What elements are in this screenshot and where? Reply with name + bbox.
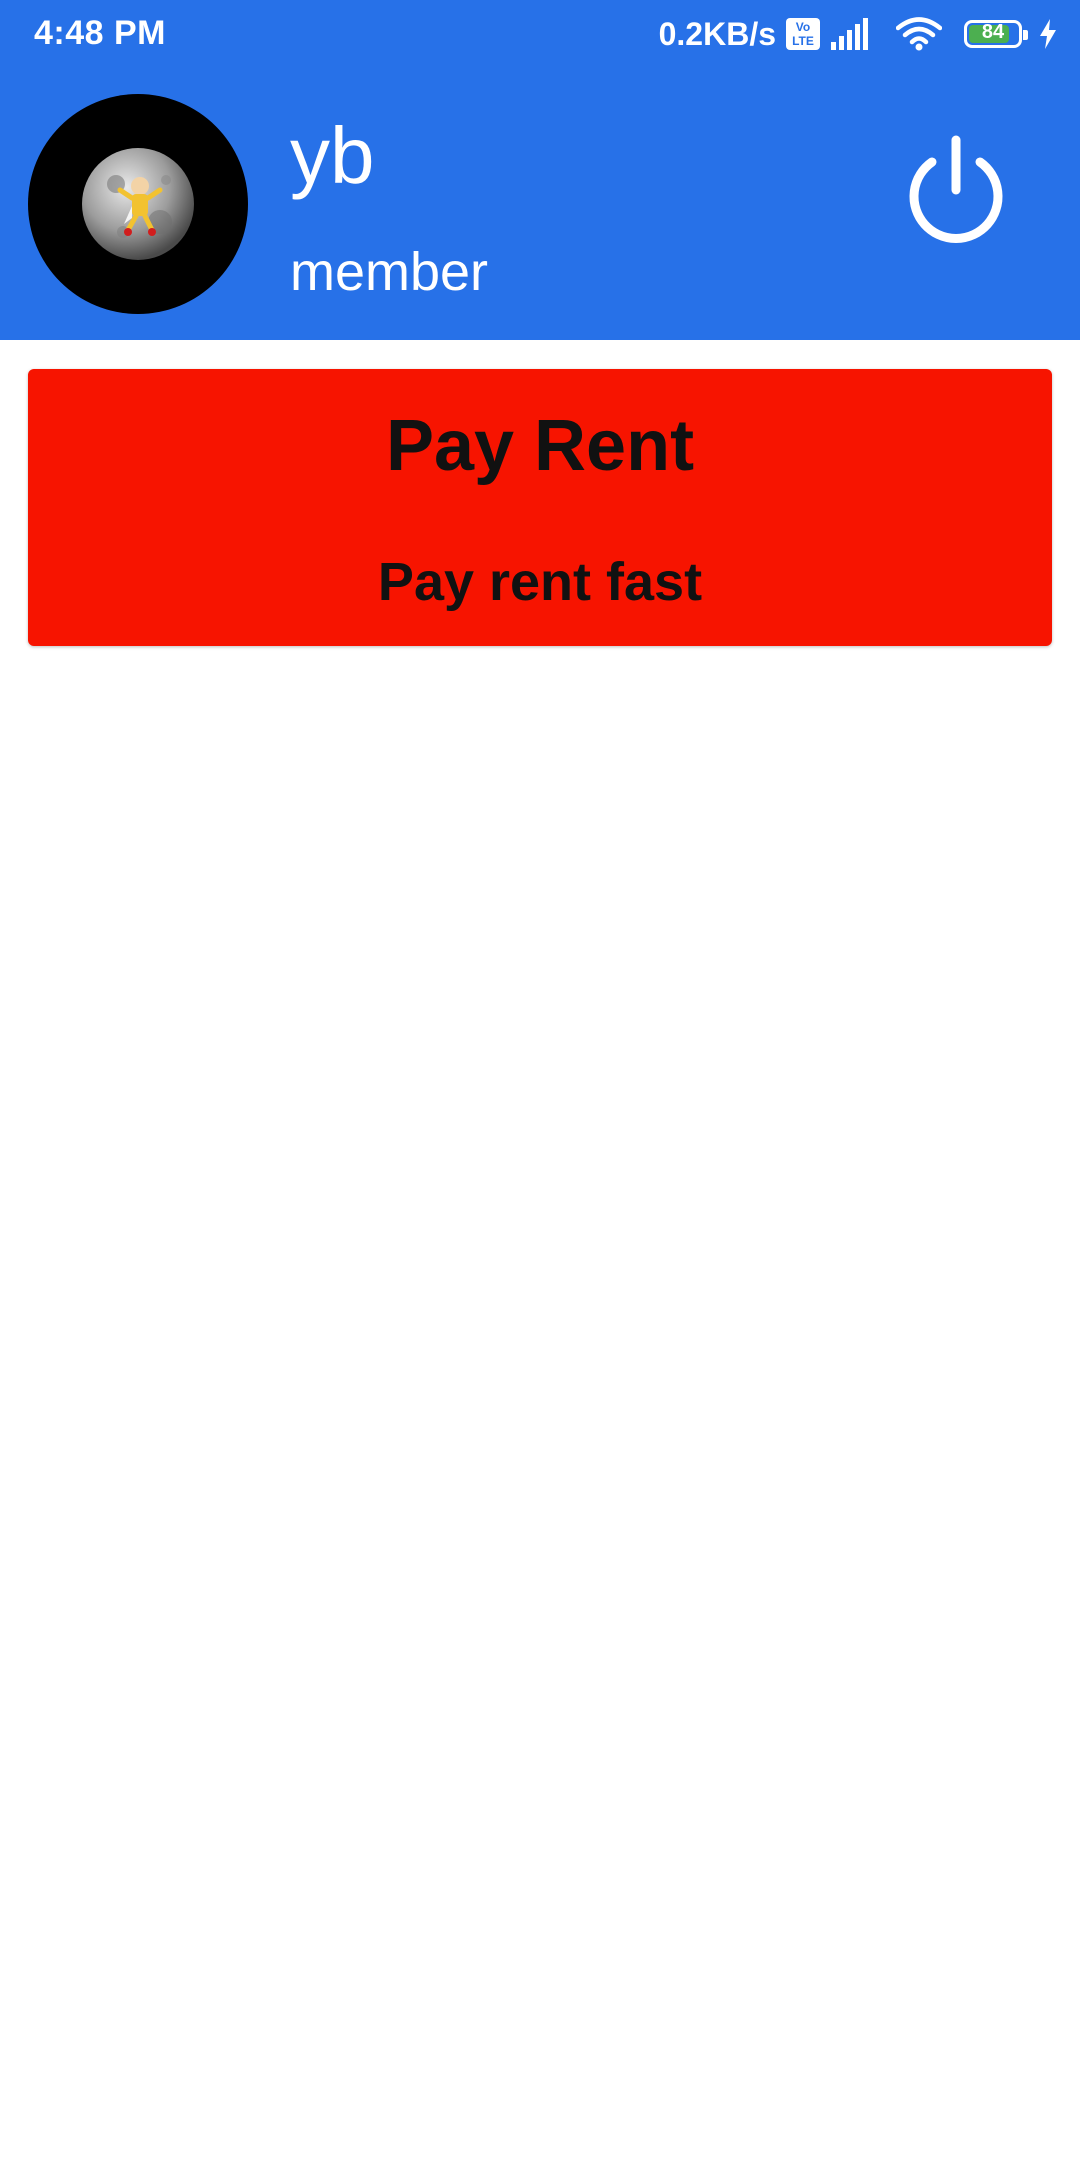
signal-icon xyxy=(830,18,872,50)
battery-cap xyxy=(1023,30,1028,40)
profile-header: 4:48 PM 0.2KB/s Vo LTE 84 yb member xyxy=(0,0,1080,340)
avatar-image xyxy=(82,148,194,260)
status-icons: 0.2KB/s Vo LTE 84 xyxy=(659,12,1058,56)
power-icon xyxy=(909,135,1003,243)
volte-top-label: Vo xyxy=(795,20,811,34)
battery-level: 84 xyxy=(981,21,1005,43)
app-root: 4:48 PM 0.2KB/s Vo LTE 84 yb member Pay … xyxy=(0,0,1080,2160)
status-time: 4:48 PM xyxy=(34,14,166,52)
status-bar: 4:48 PM 0.2KB/s Vo LTE 84 xyxy=(0,0,1080,68)
logout-button[interactable] xyxy=(896,132,1016,252)
pay-rent-card[interactable]: Pay Rent Pay rent fast xyxy=(28,369,1052,646)
wifi-icon xyxy=(882,17,942,51)
profile-name: yb xyxy=(290,111,375,200)
avatar[interactable] xyxy=(28,94,248,314)
profile-role: member xyxy=(290,242,489,302)
battery-icon: 84 xyxy=(964,20,1028,48)
volte-icon: Vo LTE xyxy=(786,18,820,50)
charging-icon xyxy=(1032,19,1058,49)
pay-rent-title: Pay Rent xyxy=(385,406,695,486)
network-speed: 0.2KB/s xyxy=(658,15,776,52)
volte-bottom-label: LTE xyxy=(792,34,814,48)
pay-rent-subtitle: Pay rent fast xyxy=(377,552,703,612)
